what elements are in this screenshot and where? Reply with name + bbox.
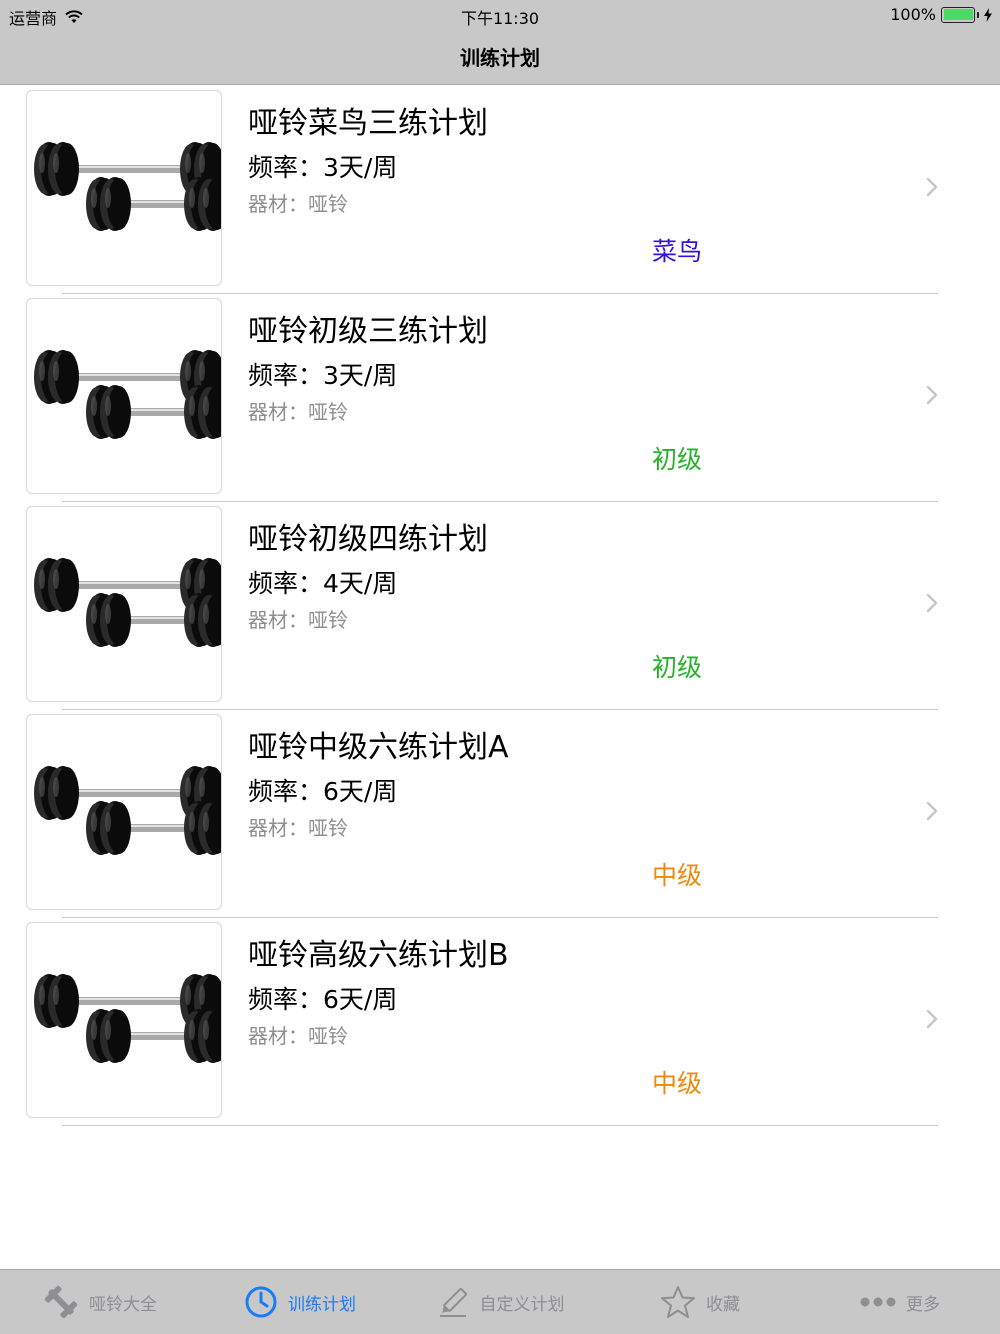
plan-level: 初级 bbox=[652, 653, 703, 682]
plan-name: 哑铃初级三练计划 bbox=[248, 314, 488, 349]
plan-row[interactable]: 哑铃初级四练计划 频率：4天/周 器材：哑铃 初级 bbox=[0, 502, 1000, 710]
dumbbell-thumbnail bbox=[26, 298, 222, 494]
plan-frequency: 频率：6天/周 bbox=[248, 777, 398, 806]
star-icon bbox=[660, 1285, 696, 1319]
plan-frequency: 频率：3天/周 bbox=[248, 153, 398, 182]
plan-frequency: 频率：4天/周 bbox=[248, 569, 398, 598]
plan-equipment: 器材：哑铃 bbox=[248, 400, 348, 424]
dumbbell-thumbnail bbox=[26, 90, 222, 286]
app-screen: 运营商 下午11:30 100% 训练计划 哑铃菜鸟三练计划 频率：3天/周 器… bbox=[0, 0, 1000, 1334]
battery-icon bbox=[941, 6, 975, 23]
tab-label: 自定义计划 bbox=[479, 1294, 565, 1315]
plan-name: 哑铃中级六练计划A bbox=[248, 730, 509, 765]
chevron-right-icon bbox=[926, 177, 938, 197]
tab-pencil[interactable]: 自定义计划 bbox=[400, 1270, 600, 1334]
more-icon bbox=[860, 1296, 896, 1308]
battery-percent: 100% bbox=[890, 5, 936, 24]
tab-label: 收藏 bbox=[706, 1294, 740, 1315]
tab-clock[interactable]: 训练计划 bbox=[200, 1270, 400, 1334]
navigation-bar: 训练计划 bbox=[0, 28, 1000, 85]
page-title: 训练计划 bbox=[460, 46, 540, 70]
plan-level: 菜鸟 bbox=[652, 237, 703, 266]
plan-equipment: 器材：哑铃 bbox=[248, 192, 348, 216]
row-separator bbox=[62, 1125, 938, 1126]
plan-equipment: 器材：哑铃 bbox=[248, 608, 348, 632]
plan-frequency: 频率：3天/周 bbox=[248, 361, 398, 390]
plan-name: 哑铃高级六练计划B bbox=[248, 938, 509, 973]
clock-icon bbox=[244, 1285, 278, 1319]
tab-more[interactable]: 更多 bbox=[800, 1270, 1000, 1334]
status-bar: 运营商 下午11:30 100% bbox=[0, 0, 1000, 28]
plan-row[interactable]: 哑铃高级六练计划B 频率：6天/周 器材：哑铃 中级 bbox=[0, 918, 1000, 1126]
dumbbell-thumbnail bbox=[26, 506, 222, 702]
battery-indicator: 100% bbox=[890, 5, 992, 24]
plan-name: 哑铃初级四练计划 bbox=[248, 522, 488, 557]
dumbbell-thumbnail bbox=[26, 714, 222, 910]
battery-tip bbox=[977, 11, 979, 18]
plan-row[interactable]: 哑铃中级六练计划A 频率：6天/周 器材：哑铃 中级 bbox=[0, 710, 1000, 918]
plan-level: 中级 bbox=[652, 861, 703, 890]
plan-name: 哑铃菜鸟三练计划 bbox=[248, 106, 488, 141]
plan-equipment: 器材：哑铃 bbox=[248, 816, 348, 840]
charging-bolt-icon bbox=[984, 7, 992, 22]
chevron-right-icon bbox=[926, 385, 938, 405]
tab-label: 更多 bbox=[906, 1294, 940, 1315]
plan-list: 哑铃菜鸟三练计划 频率：3天/周 器材：哑铃 菜鸟 哑铃初级三练计划 频率：3天… bbox=[0, 86, 1000, 1126]
chevron-right-icon bbox=[926, 593, 938, 613]
tab-label: 训练计划 bbox=[288, 1294, 356, 1315]
tab-label: 哑铃大全 bbox=[89, 1294, 157, 1315]
dumbbell-icon bbox=[43, 1283, 79, 1321]
plan-equipment: 器材：哑铃 bbox=[248, 1024, 348, 1048]
tab-bar: 哑铃大全 训练计划 自定义计划 收藏 更多 bbox=[0, 1269, 1000, 1334]
tab-dumbbell[interactable]: 哑铃大全 bbox=[0, 1270, 200, 1334]
plan-frequency: 频率：6天/周 bbox=[248, 985, 398, 1014]
plan-row[interactable]: 哑铃初级三练计划 频率：3天/周 器材：哑铃 初级 bbox=[0, 294, 1000, 502]
pencil-icon bbox=[436, 1285, 470, 1319]
status-time: 下午11:30 bbox=[460, 9, 540, 28]
plan-level: 中级 bbox=[652, 1069, 703, 1098]
dumbbell-thumbnail bbox=[26, 922, 222, 1118]
plan-row[interactable]: 哑铃菜鸟三练计划 频率：3天/周 器材：哑铃 菜鸟 bbox=[0, 86, 1000, 294]
tab-star[interactable]: 收藏 bbox=[600, 1270, 800, 1334]
chevron-right-icon bbox=[926, 1009, 938, 1029]
plan-level: 初级 bbox=[652, 445, 703, 474]
chevron-right-icon bbox=[926, 801, 938, 821]
